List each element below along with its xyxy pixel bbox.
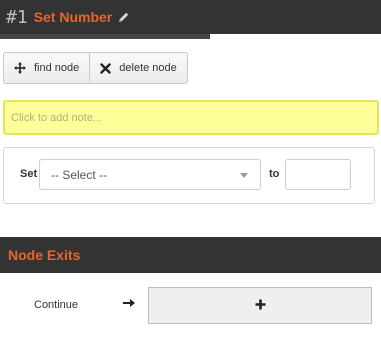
node-number: #1 bbox=[6, 6, 28, 28]
node-exits-header: Node Exits bbox=[0, 237, 381, 273]
caret-down-icon bbox=[240, 173, 248, 178]
arrow-right-icon bbox=[123, 298, 135, 308]
crosshair-move-icon bbox=[14, 62, 26, 74]
plus-icon bbox=[255, 297, 266, 315]
set-label: Set bbox=[20, 168, 38, 180]
header-underline bbox=[0, 34, 210, 39]
variable-select-value: -- Select -- bbox=[51, 167, 108, 182]
add-exit-target-button[interactable] bbox=[148, 287, 372, 324]
to-label: to bbox=[269, 168, 280, 180]
node-exits-title: Node Exits bbox=[8, 247, 81, 263]
variable-select[interactable]: -- Select -- bbox=[39, 159, 261, 190]
x-icon bbox=[100, 62, 111, 74]
find-node-label: find node bbox=[34, 62, 80, 74]
node-title[interactable]: Set Number bbox=[34, 9, 113, 25]
exit-label: Continue bbox=[34, 299, 79, 311]
set-action-panel: Set -- Select -- to bbox=[3, 147, 375, 204]
node-header: #1 Set Number bbox=[0, 0, 381, 34]
delete-node-label: delete node bbox=[119, 62, 177, 74]
value-input[interactable] bbox=[285, 159, 351, 190]
find-node-button[interactable]: find node bbox=[4, 53, 89, 83]
delete-node-button[interactable]: delete node bbox=[89, 53, 187, 83]
pencil-icon[interactable] bbox=[118, 11, 130, 23]
node-note[interactable]: Click to add note... bbox=[3, 100, 379, 135]
node-toolbar: find node delete node bbox=[3, 52, 188, 84]
